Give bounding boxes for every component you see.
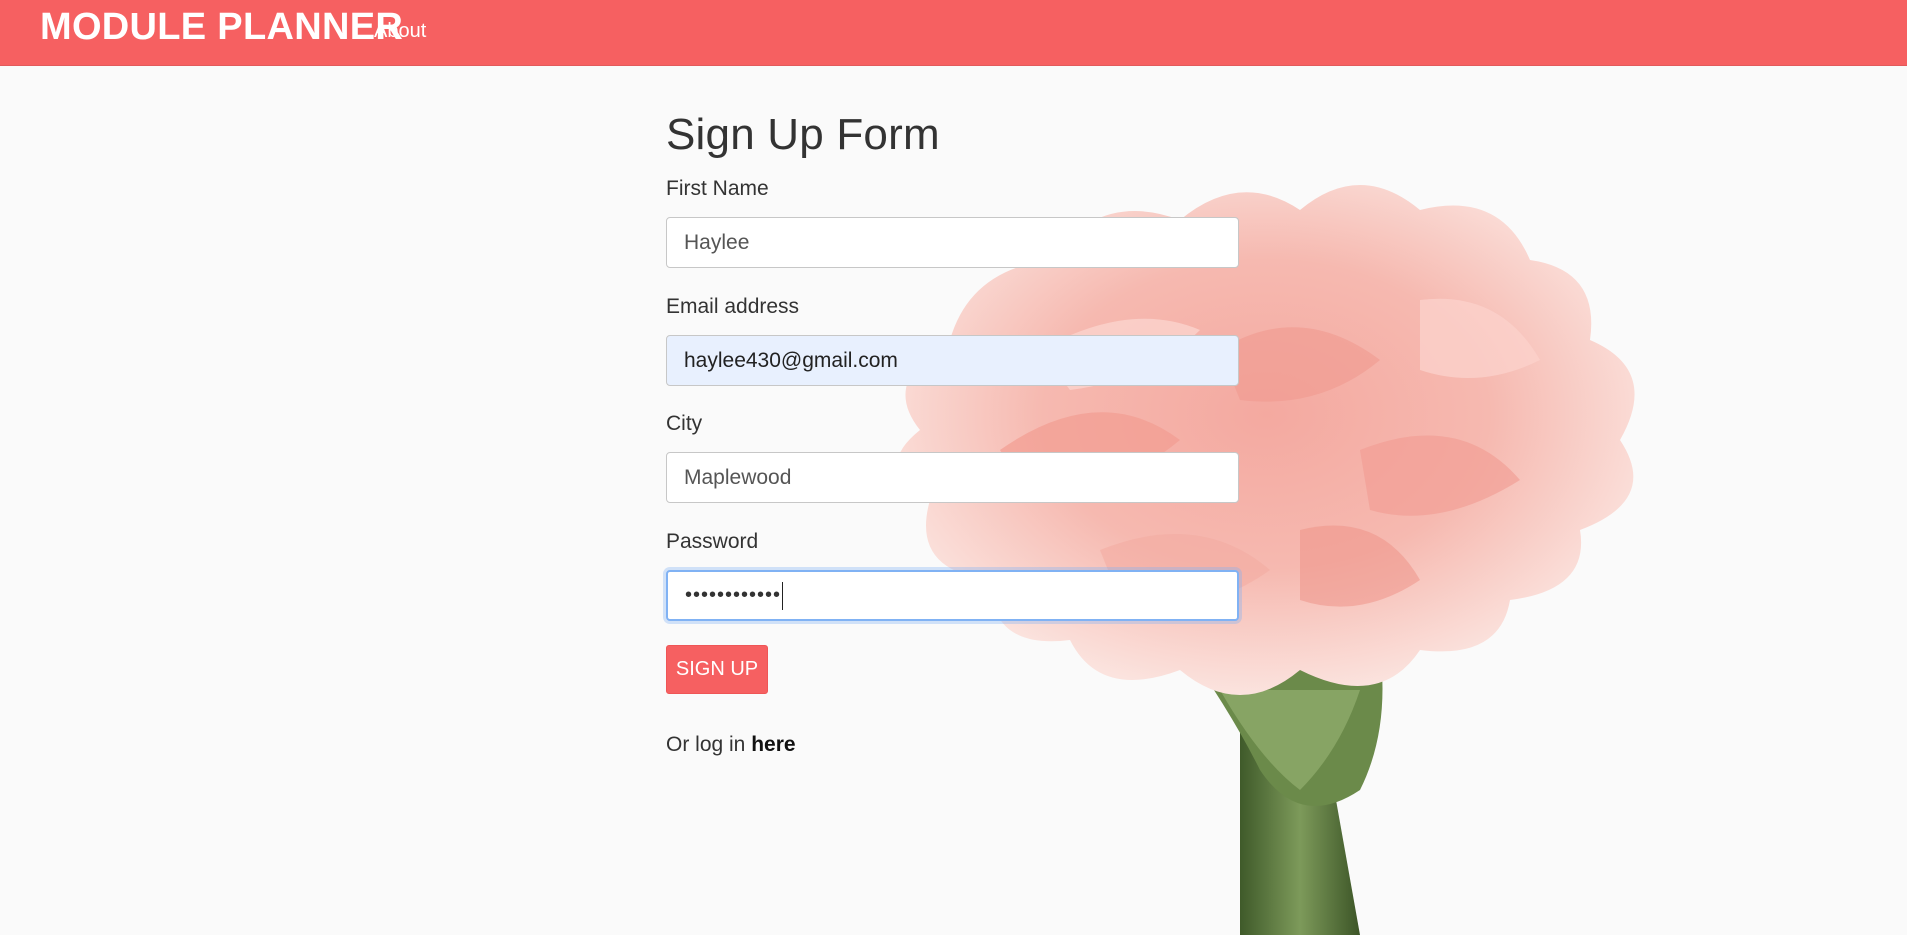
first-name-label: First Name [666,177,769,200]
password-input[interactable]: •••••••••••• [666,570,1239,621]
password-masked-value: •••••••••••• [685,584,782,606]
city-input[interactable]: Maplewood [666,452,1239,503]
first-name-input[interactable]: Haylee [666,217,1239,268]
nav-link-about[interactable]: About [374,20,426,43]
city-group: City Maplewood [666,412,1240,512]
first-name-value: Haylee [684,230,750,254]
city-label: City [666,412,703,435]
email-input[interactable]: haylee430@gmail.com [666,335,1239,386]
password-label: Password [666,530,759,553]
email-value: haylee430@gmail.com [684,348,898,372]
login-here-link[interactable]: here [751,733,795,756]
form-title: Sign Up Form [666,110,940,159]
text-caret [782,581,784,610]
email-label: Email address [666,295,800,318]
city-value: Maplewood [684,465,792,489]
email-group: Email address haylee430@gmail.com [666,295,1240,395]
login-prompt: Or log in here [666,733,796,757]
signup-button[interactable]: SIGN UP [666,645,768,694]
brand-logo-text[interactable]: MODULE PLANNER [40,6,403,49]
top-navbar: MODULE PLANNER About [0,0,1907,66]
password-group: Password •••••••••••• [666,530,1240,630]
login-prefix-text: Or log in [666,733,752,756]
first-name-group: First Name Haylee [666,177,1240,277]
signup-form: Sign Up Form First Name Haylee Email add… [666,107,1240,756]
